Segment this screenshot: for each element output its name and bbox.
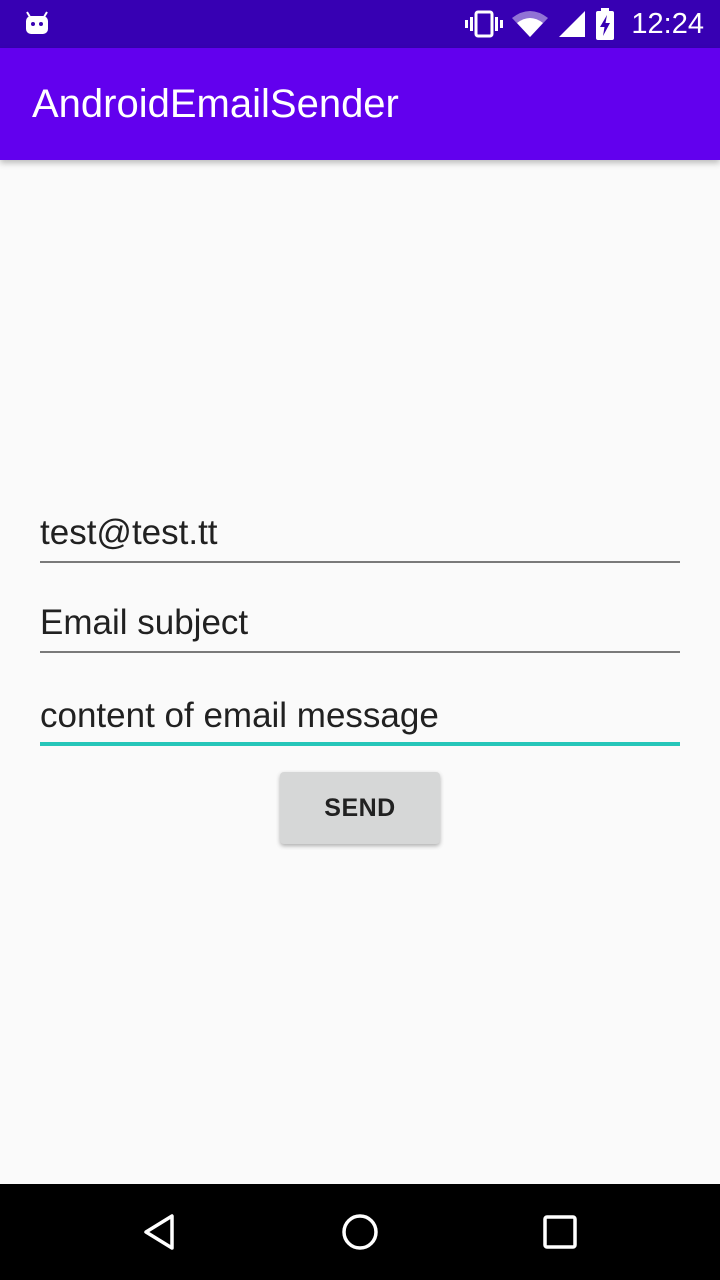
app-bar: AndroidEmailSender (0, 48, 720, 160)
status-bar: 12:24 (0, 0, 720, 48)
send-button[interactable]: SEND (280, 772, 440, 844)
app-title: AndroidEmailSender (32, 82, 399, 126)
wifi-icon (512, 11, 549, 37)
recents-icon[interactable] (536, 1208, 584, 1256)
cell-signal-icon (559, 11, 586, 37)
email-field[interactable]: test@test.tt (40, 507, 680, 563)
back-icon[interactable] (136, 1208, 184, 1256)
status-icons: 12:24 (457, 8, 704, 40)
status-time: 12:24 (631, 8, 704, 40)
battery-charging-icon (596, 8, 615, 40)
navigation-bar (0, 1184, 720, 1280)
message-field-value: content of email message (40, 696, 439, 735)
email-field-value: test@test.tt (40, 513, 218, 552)
subject-field-value: Email subject (40, 603, 249, 642)
vibrate-icon (465, 10, 504, 38)
subject-field[interactable]: Email subject (40, 597, 680, 653)
home-icon[interactable] (336, 1208, 384, 1256)
android-notification-icon (26, 11, 48, 34)
message-field[interactable]: content of email message (40, 690, 680, 746)
screen: 12:24 AndroidEmailSender test@test.tt Em… (0, 0, 720, 1280)
